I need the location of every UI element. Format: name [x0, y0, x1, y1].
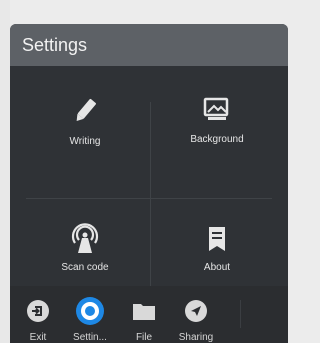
tile-label-background: Background — [190, 134, 244, 145]
taskbar-label-file: File — [135, 332, 153, 343]
exit-icon — [23, 296, 53, 326]
settings-grid: Writing Background Scan code About — [10, 66, 288, 286]
tile-label-about: About — [203, 262, 231, 273]
taskbar-sharing[interactable]: Sharing — [172, 286, 220, 343]
taskbar-label-settings: Settin... — [73, 332, 107, 343]
grid-divider-horizontal — [26, 198, 272, 199]
tile-label-scan-code: Scan code — [61, 262, 109, 273]
tile-about[interactable]: About — [152, 200, 282, 286]
taskbar-file[interactable]: File — [120, 286, 168, 343]
grid-divider-vertical — [150, 102, 151, 286]
background — [0, 0, 10, 343]
settings-panel: Settings Writing Background Scan code Ab… — [10, 24, 288, 286]
taskbar-separator — [240, 300, 241, 328]
share-icon — [181, 296, 211, 326]
panel-title: Settings — [22, 34, 88, 55]
taskbar-label-sharing: Sharing — [178, 332, 214, 343]
tile-label-writing: Writing — [69, 136, 101, 147]
pen-icon — [70, 94, 100, 128]
folder-icon — [129, 296, 159, 326]
taskbar: Exit Settin... File Sharing — [10, 286, 288, 343]
tile-background[interactable]: Background — [152, 76, 282, 186]
settings-header: Settings — [10, 24, 288, 66]
taskbar-label-exit: Exit — [29, 332, 47, 343]
taskbar-exit[interactable]: Exit — [14, 286, 62, 343]
image-icon — [202, 92, 232, 126]
tile-writing[interactable]: Writing — [20, 76, 150, 186]
document-icon — [207, 222, 227, 256]
tile-scan-code[interactable]: Scan code — [20, 200, 150, 286]
broadcast-icon — [68, 222, 102, 256]
settings-icon — [75, 296, 105, 326]
taskbar-settings[interactable]: Settin... — [66, 286, 114, 343]
